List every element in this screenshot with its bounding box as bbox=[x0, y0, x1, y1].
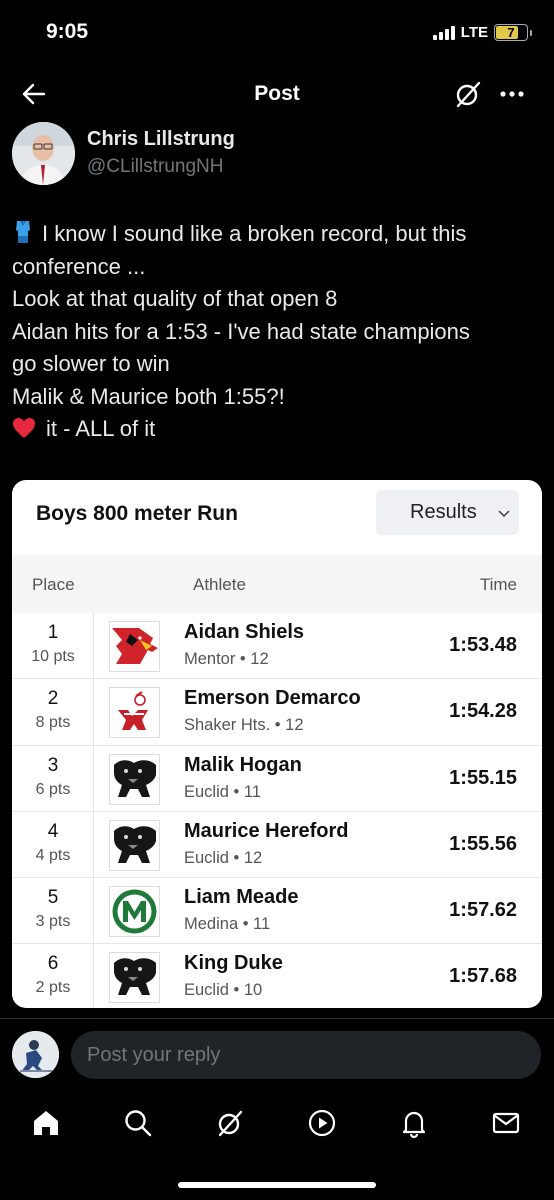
panther-logo-icon bbox=[109, 952, 160, 1004]
place-number: 6 bbox=[47, 953, 59, 975]
header-time: Time bbox=[479, 575, 517, 594]
reply-bar bbox=[0, 1018, 554, 1094]
post-author: Chris Lillstrung @CLillstrungNH bbox=[12, 122, 542, 186]
battery-level: 7 bbox=[507, 25, 515, 40]
place-number: 1 bbox=[47, 622, 59, 643]
place-number: 5 bbox=[47, 887, 59, 909]
place-number: 2 bbox=[47, 688, 59, 710]
cardinal-logo-icon bbox=[109, 621, 160, 672]
panther-logo-icon bbox=[109, 819, 160, 871]
author-avatar[interactable] bbox=[12, 122, 75, 185]
athlete-school: Mentor • 12 bbox=[184, 650, 269, 668]
search-icon[interactable] bbox=[121, 1106, 155, 1140]
dropdown-label: Results bbox=[410, 501, 477, 523]
grok-icon[interactable] bbox=[213, 1106, 247, 1140]
points: 2 pts bbox=[35, 979, 71, 997]
top-nav: Post bbox=[0, 66, 554, 122]
finish-time: 1:53.48 bbox=[449, 634, 517, 656]
athlete-name: Liam Meade bbox=[184, 886, 299, 909]
more-options-icon[interactable] bbox=[496, 78, 528, 110]
heart-emoji-icon bbox=[12, 416, 36, 438]
panther-logo-icon bbox=[109, 753, 160, 805]
results-card[interactable]: Boys 800 meter Run Results Place Athlete… bbox=[12, 480, 542, 1008]
points: 4 pts bbox=[35, 846, 71, 864]
points: 3 pts bbox=[35, 913, 71, 931]
status-time: 9:05 bbox=[46, 20, 89, 43]
athlete-school: Shaker Hts. • 12 bbox=[184, 716, 304, 735]
table-row[interactable]: 1 10 pts Aidan Shiels Mentor • 12 1:53.4… bbox=[12, 613, 542, 680]
results-table: 1 10 pts Aidan Shiels Mentor • 12 1:53.4… bbox=[12, 613, 542, 1008]
notifications-icon[interactable] bbox=[397, 1106, 431, 1140]
athlete-school: Euclid • 11 bbox=[184, 782, 262, 801]
bottom-tab-bar bbox=[0, 1094, 554, 1154]
athlete-name: Maurice Hereford bbox=[184, 819, 349, 842]
athlete-school: Euclid • 10 bbox=[184, 981, 263, 1000]
medina-m-logo-icon bbox=[109, 886, 160, 938]
author-handle[interactable]: @CLillstrungNH bbox=[87, 156, 224, 178]
points: 10 pts bbox=[31, 648, 75, 665]
post-line: conference ... bbox=[12, 253, 146, 279]
status-indicators: LTE 7 bbox=[432, 24, 532, 41]
results-dropdown[interactable]: Results bbox=[376, 490, 519, 535]
event-title: Boys 800 meter Run bbox=[36, 502, 238, 525]
post-line: Look at that quality of that open 8 bbox=[12, 286, 338, 311]
post-line: go slower to win bbox=[12, 351, 170, 376]
table-row[interactable]: 3 6 pts Malik Hogan Euclid • 11 1:55.15 bbox=[12, 745, 542, 812]
table-row[interactable]: 6 2 pts King Duke Euclid • 10 1:57.68 bbox=[12, 944, 542, 1008]
points: 6 pts bbox=[35, 780, 71, 798]
place-number: 3 bbox=[47, 754, 59, 776]
chevron-down-icon bbox=[498, 507, 510, 519]
author-name[interactable]: Chris Lillstrung bbox=[87, 128, 235, 151]
raider-logo-icon bbox=[109, 687, 160, 739]
athlete-name: Emerson Demarco bbox=[184, 687, 361, 710]
shirt-emoji-icon bbox=[12, 220, 34, 244]
post-line: Aidan hits for a 1:53 - I've had state c… bbox=[12, 318, 470, 344]
table-row[interactable]: 4 4 pts Maurice Hereford Euclid • 12 1:5… bbox=[12, 811, 542, 879]
finish-time: 1:57.68 bbox=[449, 965, 517, 988]
signal-icon bbox=[432, 25, 455, 40]
points: 8 pts bbox=[35, 714, 71, 732]
post-line: Malik & Maurice both 1:55?! bbox=[12, 383, 285, 409]
messages-icon[interactable] bbox=[489, 1106, 523, 1140]
home-icon[interactable] bbox=[29, 1106, 63, 1140]
finish-time: 1:57.62 bbox=[449, 899, 517, 922]
athlete-name: King Duke bbox=[184, 952, 283, 975]
battery-icon: 7 bbox=[494, 24, 532, 41]
athlete-name: Malik Hogan bbox=[184, 753, 302, 776]
post-body: I know I sound like a broken record, but… bbox=[12, 218, 537, 446]
table-header: Place Athlete Time bbox=[12, 555, 542, 613]
post-line: I know I sound like a broken record, but… bbox=[12, 218, 537, 251]
finish-time: 1:55.15 bbox=[449, 766, 517, 789]
reply-input[interactable] bbox=[71, 1031, 541, 1079]
finish-time: 1:55.56 bbox=[449, 832, 517, 855]
status-bar: 9:05 LTE 7 bbox=[0, 0, 554, 66]
finish-time: 1:54.28 bbox=[449, 700, 517, 723]
post-line: it - ALL of it bbox=[12, 413, 537, 446]
place-number: 4 bbox=[47, 820, 59, 842]
table-row[interactable]: 5 3 pts Liam Meade Medina • 11 1:57.62 bbox=[12, 878, 542, 945]
video-icon[interactable] bbox=[305, 1106, 339, 1140]
home-indicator bbox=[178, 1182, 376, 1188]
athlete-name: Aidan Shiels bbox=[184, 621, 305, 643]
athlete-school: Euclid • 12 bbox=[184, 848, 263, 867]
athlete-school: Medina • 11 bbox=[184, 915, 271, 934]
header-place: Place bbox=[32, 575, 75, 594]
header-athlete: Athlete bbox=[193, 575, 246, 594]
grok-icon[interactable] bbox=[452, 78, 484, 110]
user-avatar[interactable] bbox=[12, 1031, 59, 1078]
table-row[interactable]: 2 8 pts Emerson Demarco Shaker Hts. • 12… bbox=[12, 679, 542, 746]
network-label: LTE bbox=[460, 24, 488, 41]
